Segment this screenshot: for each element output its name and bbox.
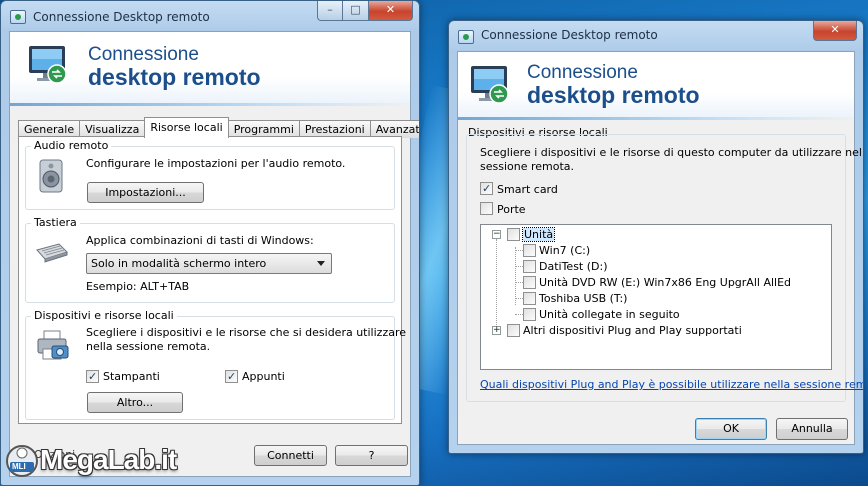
windows-keys-dropdown[interactable]: Solo in modalità schermo intero [86, 253, 332, 274]
audio-group: Audio remoto Configurare le impostazioni… [25, 139, 395, 210]
right-banner: Connessione desktop remoto [458, 52, 854, 120]
local-devices-dialog: Connessione Desktop remoto ✕ Connessione… [448, 20, 864, 454]
tree-connector [515, 266, 523, 267]
connect-button[interactable]: Connetti [254, 445, 327, 466]
banner-title-line2: desktop remoto [88, 64, 261, 90]
tab-strip: Generale Visualizza Risorse locali Progr… [18, 117, 419, 138]
tree-connector-vertical [496, 239, 497, 325]
tree-row[interactable]: Unità DVD RW (E:) Win7x86 Eng UpgrAll Al… [503, 275, 823, 291]
drive-label-e: Unità DVD RW (E:) Win7x86 Eng UpgrAll Al… [539, 276, 792, 289]
drive-checkbox-t[interactable] [523, 292, 536, 305]
right-banner-title-line2: desktop remoto [527, 82, 700, 108]
tree-node-pnp[interactable]: + Altri dispositivi Plug and Play suppor… [487, 323, 817, 339]
keyboard-description: Applica combinazioni di tasti di Windows… [86, 234, 314, 247]
drive-checkbox-e[interactable] [523, 276, 536, 289]
more-devices-button[interactable]: Altro... [87, 392, 183, 413]
right-window-titlebar[interactable]: Connessione Desktop remoto ✕ [449, 21, 863, 51]
drive-label-c: Win7 (C:) [539, 244, 591, 257]
rdp-app-icon [10, 10, 26, 24]
tree-row[interactable]: Toshiba USB (T:) [503, 291, 823, 307]
ok-button[interactable]: OK [695, 418, 767, 440]
remote-desktop-monitor-icon [29, 46, 67, 84]
audio-settings-button[interactable]: Impostazioni... [87, 182, 204, 203]
dialog-close-button[interactable]: ✕ [813, 21, 857, 41]
collapse-icon[interactable]: − [492, 230, 501, 239]
maximize-button[interactable]: □ [343, 1, 369, 21]
tree-row[interactable]: DatiTest (D:) [503, 259, 823, 275]
drive-checkbox-d[interactable] [523, 260, 536, 273]
drive-label-t: Toshiba USB (T:) [539, 292, 628, 305]
tree-connector [515, 282, 523, 283]
right-caption-buttons: ✕ [813, 21, 857, 41]
tree-connector [515, 298, 523, 299]
drive-checkbox-c[interactable] [523, 244, 536, 257]
tree-connector [515, 314, 523, 315]
left-window-titlebar[interactable]: Connessione Desktop remoto – □ ✕ [1, 1, 419, 31]
smartcard-label: Smart card [497, 183, 558, 196]
megalab-watermark: MLI MegaLab.it [4, 440, 194, 484]
rdp-main-window: Connessione Desktop remoto – □ ✕ Conness… [0, 0, 420, 486]
audio-group-label: Audio remoto [31, 139, 112, 152]
ports-label: Porte [497, 203, 526, 216]
dialog-description-2: sessione remota. [480, 160, 575, 173]
keyboard-icon [36, 243, 68, 263]
drive-label-later: Unità collegate in seguito [539, 308, 680, 321]
remote-desktop-monitor-icon-2 [471, 66, 509, 104]
banner-divider [10, 103, 410, 106]
cancel-button[interactable]: Annulla [776, 418, 848, 440]
dialog-description-1: Scegliere i dispositivi e le risorse di … [480, 146, 864, 159]
drive-checkbox-later[interactable] [523, 308, 536, 321]
right-banner-divider [458, 117, 854, 120]
right-window-client: Connessione desktop remoto Dispositivi e… [457, 51, 863, 445]
printers-checkbox[interactable] [86, 370, 99, 383]
pnp-help-link[interactable]: Quali dispositivi Plug and Play è possib… [480, 378, 863, 391]
smartcard-checkbox[interactable] [480, 182, 493, 195]
megalab-badge: MLI [12, 462, 26, 471]
speaker-icon [39, 159, 63, 193]
minimize-button[interactable]: – [317, 1, 343, 21]
megalab-wordmark: MegaLab.it [40, 444, 177, 475]
windows-keys-selected: Solo in modalità schermo intero [91, 257, 267, 270]
devices-description-2: nella sessione remota. [86, 340, 211, 353]
left-caption-buttons: – □ ✕ [317, 1, 413, 21]
chevron-down-icon [317, 261, 325, 266]
rdp-app-icon-small [458, 30, 474, 44]
devices-group-label: Dispositivi e risorse locali [31, 309, 177, 322]
banner-title-line1: Connessione [88, 44, 199, 65]
tree-row[interactable]: Unità collegate in seguito [503, 307, 823, 323]
close-button[interactable]: ✕ [369, 1, 413, 21]
drives-tree: − Unità Win7 (C:) DatiTest (D:) Unità DV… [480, 224, 832, 370]
left-window-client: Connessione desktop remoto Generale Visu… [9, 31, 419, 477]
keyboard-group-label: Tastiera [31, 216, 80, 229]
keyboard-group: Tastiera Applica combinazioni di tasti d… [25, 216, 395, 303]
tree-connector [515, 250, 523, 251]
megalab-logo-icon [6, 445, 38, 477]
clipboard-checkbox[interactable] [225, 370, 238, 383]
tree-node-drives[interactable]: − Unità [487, 227, 787, 243]
right-window-title: Connessione Desktop remoto [481, 28, 658, 42]
help-button[interactable]: ? [335, 445, 408, 466]
devices-group: Dispositivi e risorse locali Scegliere i… [25, 309, 406, 420]
tab-risorse-locali[interactable]: Risorse locali [144, 117, 229, 138]
left-window-title: Connessione Desktop remoto [33, 10, 210, 24]
drive-label-d: DatiTest (D:) [539, 260, 608, 273]
tree-row[interactable]: Win7 (C:) [503, 243, 823, 259]
ports-checkbox[interactable] [480, 202, 493, 215]
printer-camera-icon [37, 330, 69, 360]
left-banner: Connessione desktop remoto [10, 32, 410, 106]
right-banner-title-line1: Connessione [527, 62, 638, 83]
expand-icon[interactable]: + [492, 326, 501, 335]
keyboard-example: Esempio: ALT+TAB [86, 280, 190, 293]
pnp-checkbox[interactable] [507, 324, 520, 337]
drives-checkbox[interactable] [507, 228, 520, 241]
drives-label: Unità [521, 227, 556, 242]
devices-description-1: Scegliere i dispositivi e le risorse che… [86, 326, 407, 339]
audio-description: Configurare le impostazioni per l'audio … [86, 157, 346, 170]
printers-label: Stampanti [103, 370, 160, 383]
clipboard-label: Appunti [242, 370, 285, 383]
pnp-label: Altri dispositivi Plug and Play supporta… [523, 324, 742, 337]
risorse-locali-panel: Audio remoto Configurare le impostazioni… [18, 136, 406, 424]
